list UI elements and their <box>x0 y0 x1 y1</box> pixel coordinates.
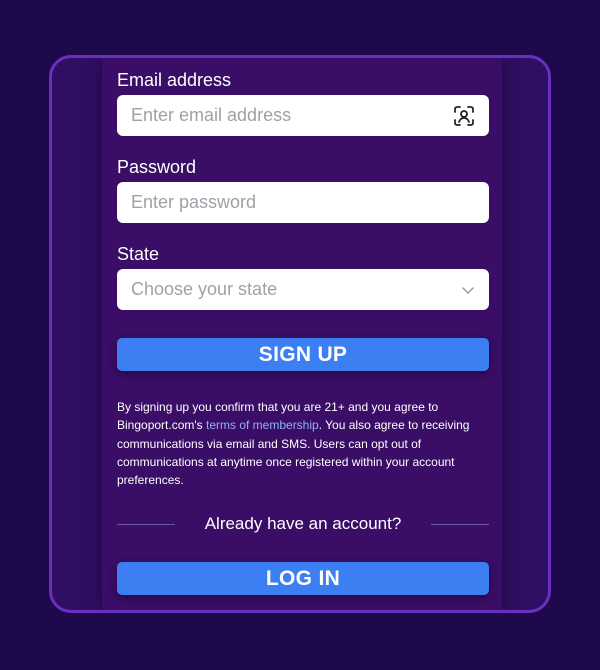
sign-up-button[interactable]: SIGN UP <box>117 338 489 371</box>
divider-line-left <box>117 523 175 525</box>
log-in-button[interactable]: LOG IN <box>117 562 489 595</box>
state-select-placeholder: Choose your state <box>131 279 278 299</box>
password-field[interactable] <box>117 182 489 223</box>
already-have-account-text: Already have an account? <box>204 514 402 533</box>
password-input[interactable] <box>131 192 475 213</box>
login-divider: Already have an account? <box>117 514 489 534</box>
divider-line-right <box>431 523 489 525</box>
state-select[interactable]: Choose your state <box>117 269 489 310</box>
legal-disclaimer: By signing up you confirm that you are 2… <box>117 398 489 489</box>
email-label: Email address <box>117 70 232 90</box>
chevron-down-icon[interactable] <box>461 283 475 297</box>
email-field[interactable] <box>117 95 489 136</box>
password-label: Password <box>117 157 197 177</box>
email-input[interactable] <box>131 105 453 126</box>
face-id-icon[interactable] <box>453 105 475 127</box>
signup-card: Email address Password State Choose your… <box>49 55 551 613</box>
terms-of-membership-link[interactable]: terms of membership <box>206 418 319 432</box>
state-label: State <box>117 244 160 264</box>
